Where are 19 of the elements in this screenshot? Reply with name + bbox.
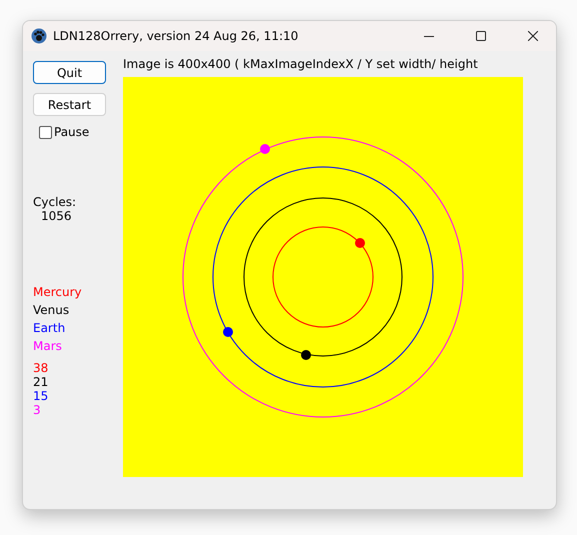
planet-count: 3: [33, 403, 42, 417]
planet-count: 38: [33, 361, 50, 375]
planet-name: Venus: [33, 303, 70, 317]
planet-name: Mars: [33, 339, 63, 353]
close-icon[interactable]: [528, 31, 538, 41]
restart-button[interactable]: Restart: [33, 93, 106, 116]
planet-count: 21: [33, 375, 50, 389]
pause-checkbox[interactable]: [39, 126, 52, 138]
maximize-icon[interactable]: [476, 31, 486, 41]
window-title: LDN128Orrery, version 24 Aug 26, 11:10: [53, 29, 300, 43]
planet-name: Earth: [33, 321, 66, 335]
planet-count: 15: [33, 389, 50, 403]
cycles-label: Cycles:: [33, 195, 78, 209]
pause-label[interactable]: Pause: [54, 125, 90, 139]
quit-button[interactable]: Quit: [33, 61, 106, 84]
paw-icon: [31, 28, 47, 44]
planet-name: Mercury: [33, 285, 83, 299]
cycles-value: 1056: [40, 209, 73, 223]
image-caption: Image is 400x400 ( kMaxImageIndexX / Y set width/ height: [123, 57, 479, 73]
